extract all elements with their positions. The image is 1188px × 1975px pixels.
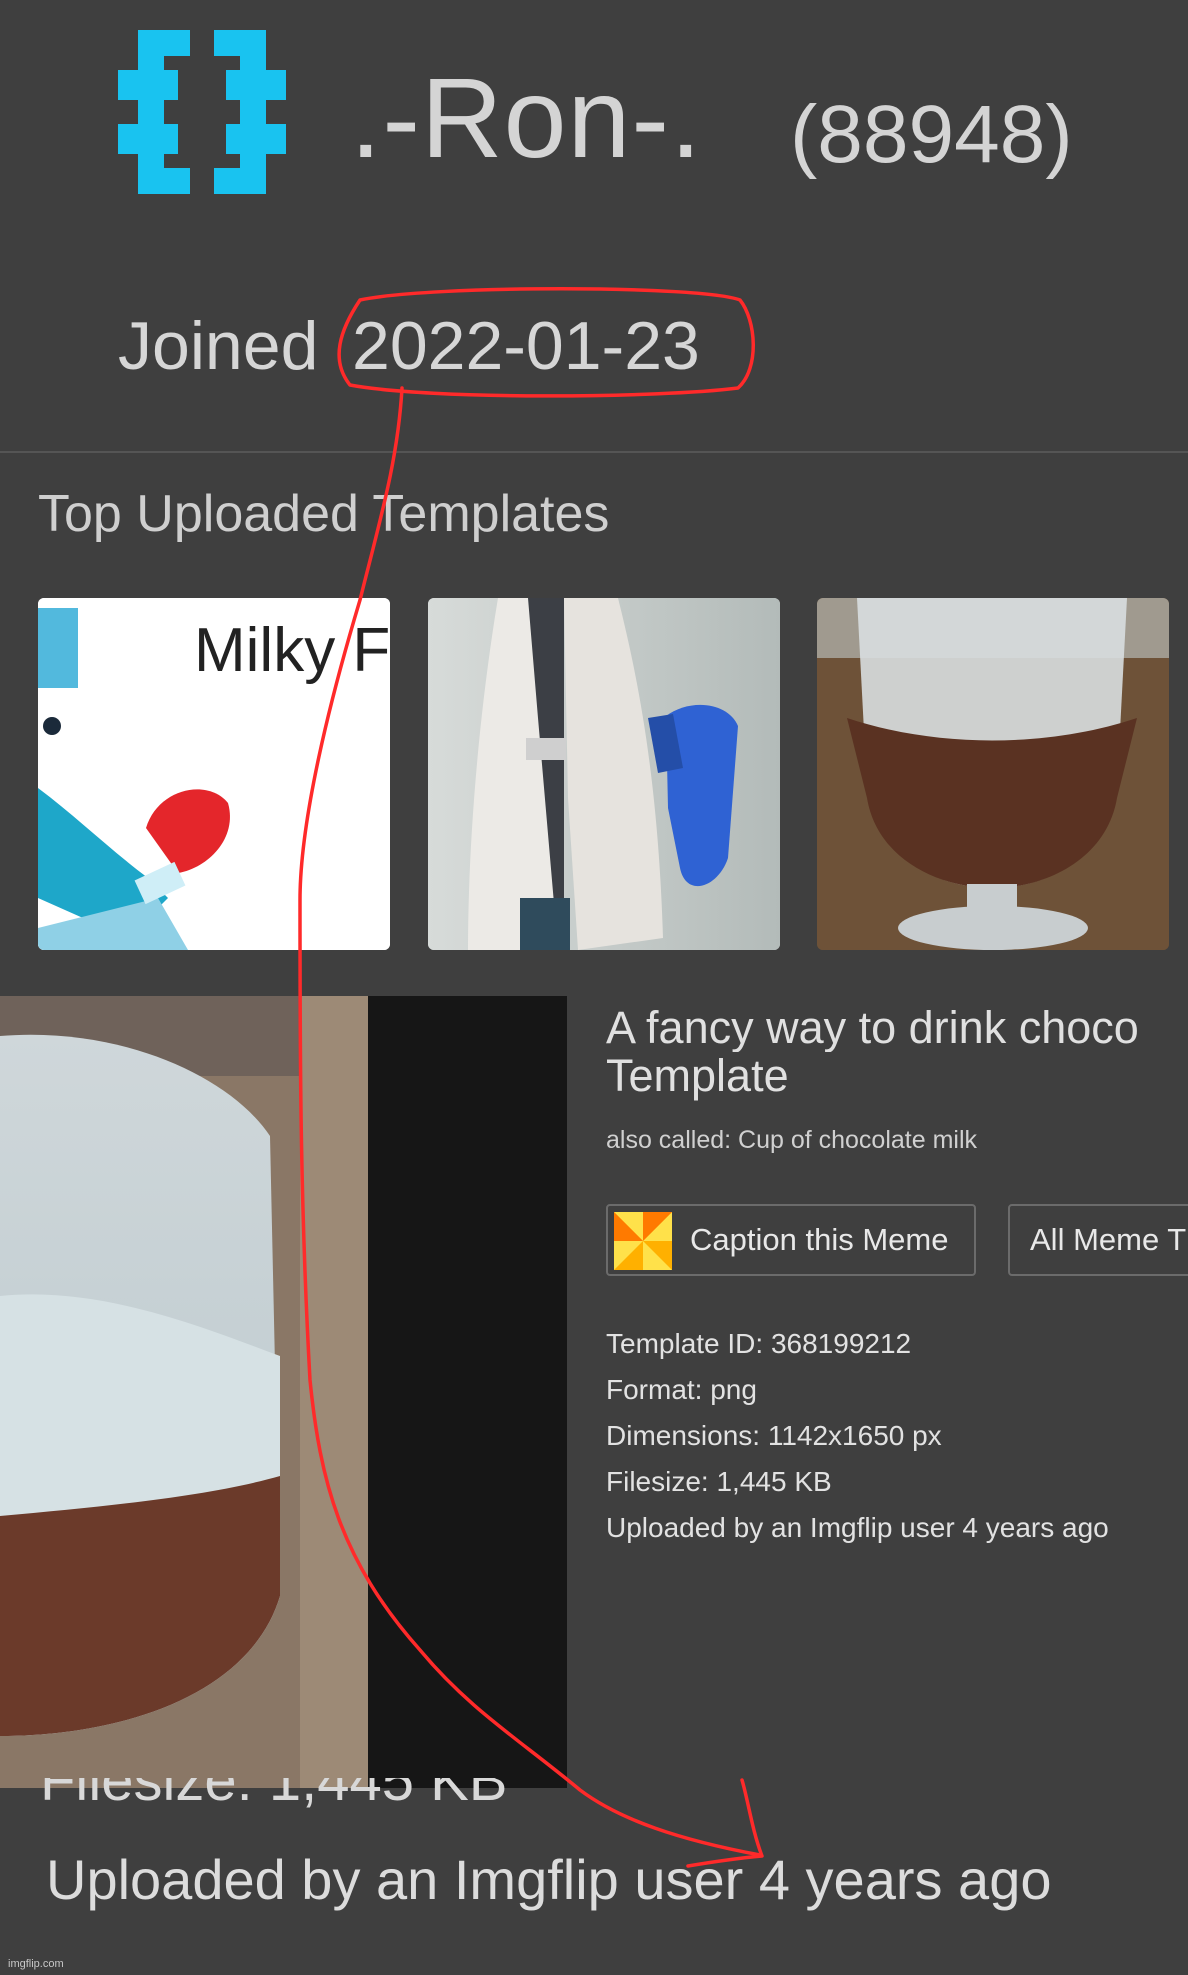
lab-coat-image	[428, 598, 780, 950]
template-preview-image[interactable]	[0, 996, 567, 1788]
pinwheel-icon	[614, 1212, 672, 1270]
joined-date: 2022-01-23	[352, 308, 700, 384]
top-templates-title: Top Uploaded Templates	[38, 485, 610, 543]
template-id: Template ID: 368199212	[606, 1328, 912, 1359]
section-divider	[0, 451, 1188, 453]
template-dimensions: Dimensions: 1142x1650 px	[606, 1420, 942, 1451]
template-thumbnail-milk[interactable]: Milky F	[38, 598, 390, 950]
zoomed-filesize-partial: Filesize: 1,445 KB	[40, 1778, 507, 1812]
username: .-Ron-.	[350, 55, 703, 181]
thumbnail-label: Milky F	[194, 616, 390, 685]
template-thumbnail-chocolate-milk[interactable]	[817, 598, 1169, 950]
zoomed-uploaded-text: Uploaded by an Imgflip user 4 years ago	[46, 1848, 1052, 1911]
template-alias: also called: Cup of chocolate milk	[606, 1126, 978, 1154]
template-title-suffix: Template	[606, 1050, 789, 1101]
chocolate-glass-image	[817, 598, 1169, 950]
all-meme-templates-button[interactable]: All Meme T	[1008, 1204, 1188, 1276]
template-filesize: Filesize: 1,445 KB	[606, 1466, 832, 1497]
caption-button-label: Caption this Meme	[690, 1222, 949, 1257]
chocolate-glass-closeup-image	[0, 996, 368, 1788]
template-title: A fancy way to drink choco	[606, 1004, 1139, 1052]
user-points: (88948)	[790, 89, 1073, 180]
template-uploaded: Uploaded by an Imgflip user 4 years ago	[606, 1512, 1109, 1543]
zoomed-filesize-text: Filesize: 1,445 KB	[40, 1778, 508, 1812]
watermark: imgflip.com	[8, 1958, 64, 1970]
joined-label: Joined	[118, 308, 319, 384]
template-thumbnail-lab-coat[interactable]	[428, 598, 780, 950]
all-meme-button-label: All Meme T	[1030, 1222, 1187, 1257]
caption-this-meme-button[interactable]: Caption this Meme	[606, 1204, 976, 1276]
template-detail-panel: A fancy way to drink choco Template also…	[0, 996, 1188, 1788]
template-format: Format: png	[606, 1374, 757, 1405]
user-avatar-icon[interactable]	[118, 30, 286, 194]
